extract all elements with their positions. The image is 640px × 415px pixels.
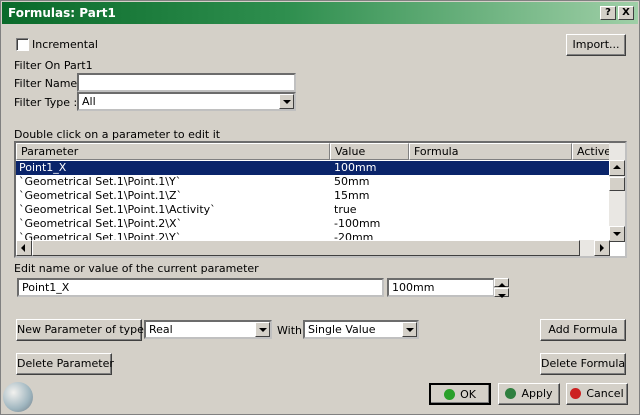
apply-button[interactable]: Apply [498,383,560,405]
value-spinner[interactable] [494,278,509,298]
cell-value: true [334,203,357,216]
spin-down-icon[interactable] [494,288,509,298]
column-header-active[interactable]: Active [572,143,612,160]
cell-parameter: `Geometrical Set.1\Point.1\Activity` [19,203,216,216]
filter-type-select[interactable]: All [77,92,296,111]
table-row[interactable]: `Geometrical Set.1\Point.2\X` -100mm [16,217,610,231]
parameter-type-value: Real [149,323,173,336]
apply-label: Apply [521,387,553,400]
table-header: Parameter Value Formula Active [16,143,612,160]
filter-name-input[interactable] [77,73,296,92]
ok-button[interactable]: OK [429,383,491,405]
edit-value-input[interactable]: 100mm [387,278,495,297]
formulas-dialog: Formulas: Part1 ? X Incremental Import..… [0,0,640,415]
cell-value: 50mm [334,175,370,188]
incremental-checkbox[interactable] [16,38,29,51]
cell-parameter: Point1_X [19,161,67,174]
chevron-down-icon[interactable] [402,322,417,337]
spin-up-icon[interactable] [494,278,509,287]
scroll-down-icon[interactable] [609,226,625,242]
cancel-icon [570,388,582,399]
new-parameter-button[interactable]: New Parameter of type [16,319,144,341]
cell-parameter: `Geometrical Set.1\Point.2\X` [19,217,183,230]
with-select[interactable]: Single Value [303,320,419,339]
cell-parameter: `Geometrical Set.1\Point.1\Z` [19,189,183,202]
parameter-type-select[interactable]: Real [144,320,272,339]
title-bar[interactable]: Formulas: Part1 ? X [2,2,638,24]
table-caption: Double click on a parameter to edit it [14,128,221,141]
close-button[interactable]: X [618,6,634,20]
with-value: Single Value [308,323,376,336]
column-header-value[interactable]: Value [330,143,409,160]
import-button[interactable]: Import... [566,34,626,56]
edit-name-input[interactable]: Point1_X [17,278,384,297]
window-title: Formulas: Part1 [8,6,116,20]
ok-label: OK [460,388,476,401]
ok-icon [444,389,456,400]
filter-name-label: Filter Name : [14,77,85,90]
cell-value: 15mm [334,189,370,202]
table-row[interactable]: Point1_X 100mm [16,161,610,175]
table-row[interactable]: `Geometrical Set.1\Point.1\Activity` true [16,203,610,217]
horizontal-scroll-thumb[interactable] [32,240,580,256]
filter-type-label: Filter Type : [14,96,78,109]
cancel-button[interactable]: Cancel [566,383,628,405]
horizontal-scrollbar[interactable] [16,240,610,256]
edit-label: Edit name or value of the current parame… [14,262,259,275]
chevron-down-icon[interactable] [279,94,294,109]
cell-value: 100mm [334,161,377,174]
logo-icon [3,382,33,412]
incremental-label: Incremental [32,38,98,51]
scroll-thumb[interactable] [609,177,625,191]
add-formula-button[interactable]: Add Formula [540,319,626,341]
table-row[interactable]: `Geometrical Set.1\Point.1\Y` 50mm [16,175,610,189]
cell-value: -100mm [334,217,381,230]
parameter-table: Parameter Value Formula Active Point1_X 1… [14,141,627,258]
cell-parameter: `Geometrical Set.1\Point.1\Y` [19,175,182,188]
column-header-formula[interactable]: Formula [409,143,572,160]
delete-formula-button[interactable]: Delete Formula [540,353,626,375]
scroll-up-icon[interactable] [609,160,625,176]
help-button[interactable]: ? [600,6,616,20]
table-row[interactable]: `Geometrical Set.1\Point.1\Z` 15mm [16,189,610,203]
column-header-parameter[interactable]: Parameter [16,143,330,160]
vertical-scrollbar[interactable] [609,143,625,242]
scroll-left-icon[interactable] [16,240,32,256]
filter-heading: Filter On Part1 [14,59,93,72]
apply-icon [505,388,517,399]
chevron-down-icon[interactable] [255,322,270,337]
delete-parameter-button[interactable]: Delete Parameter [16,353,114,375]
cancel-label: Cancel [586,387,624,400]
filter-type-value: All [82,95,96,108]
with-label: With [277,324,302,337]
scroll-right-icon[interactable] [594,240,610,256]
